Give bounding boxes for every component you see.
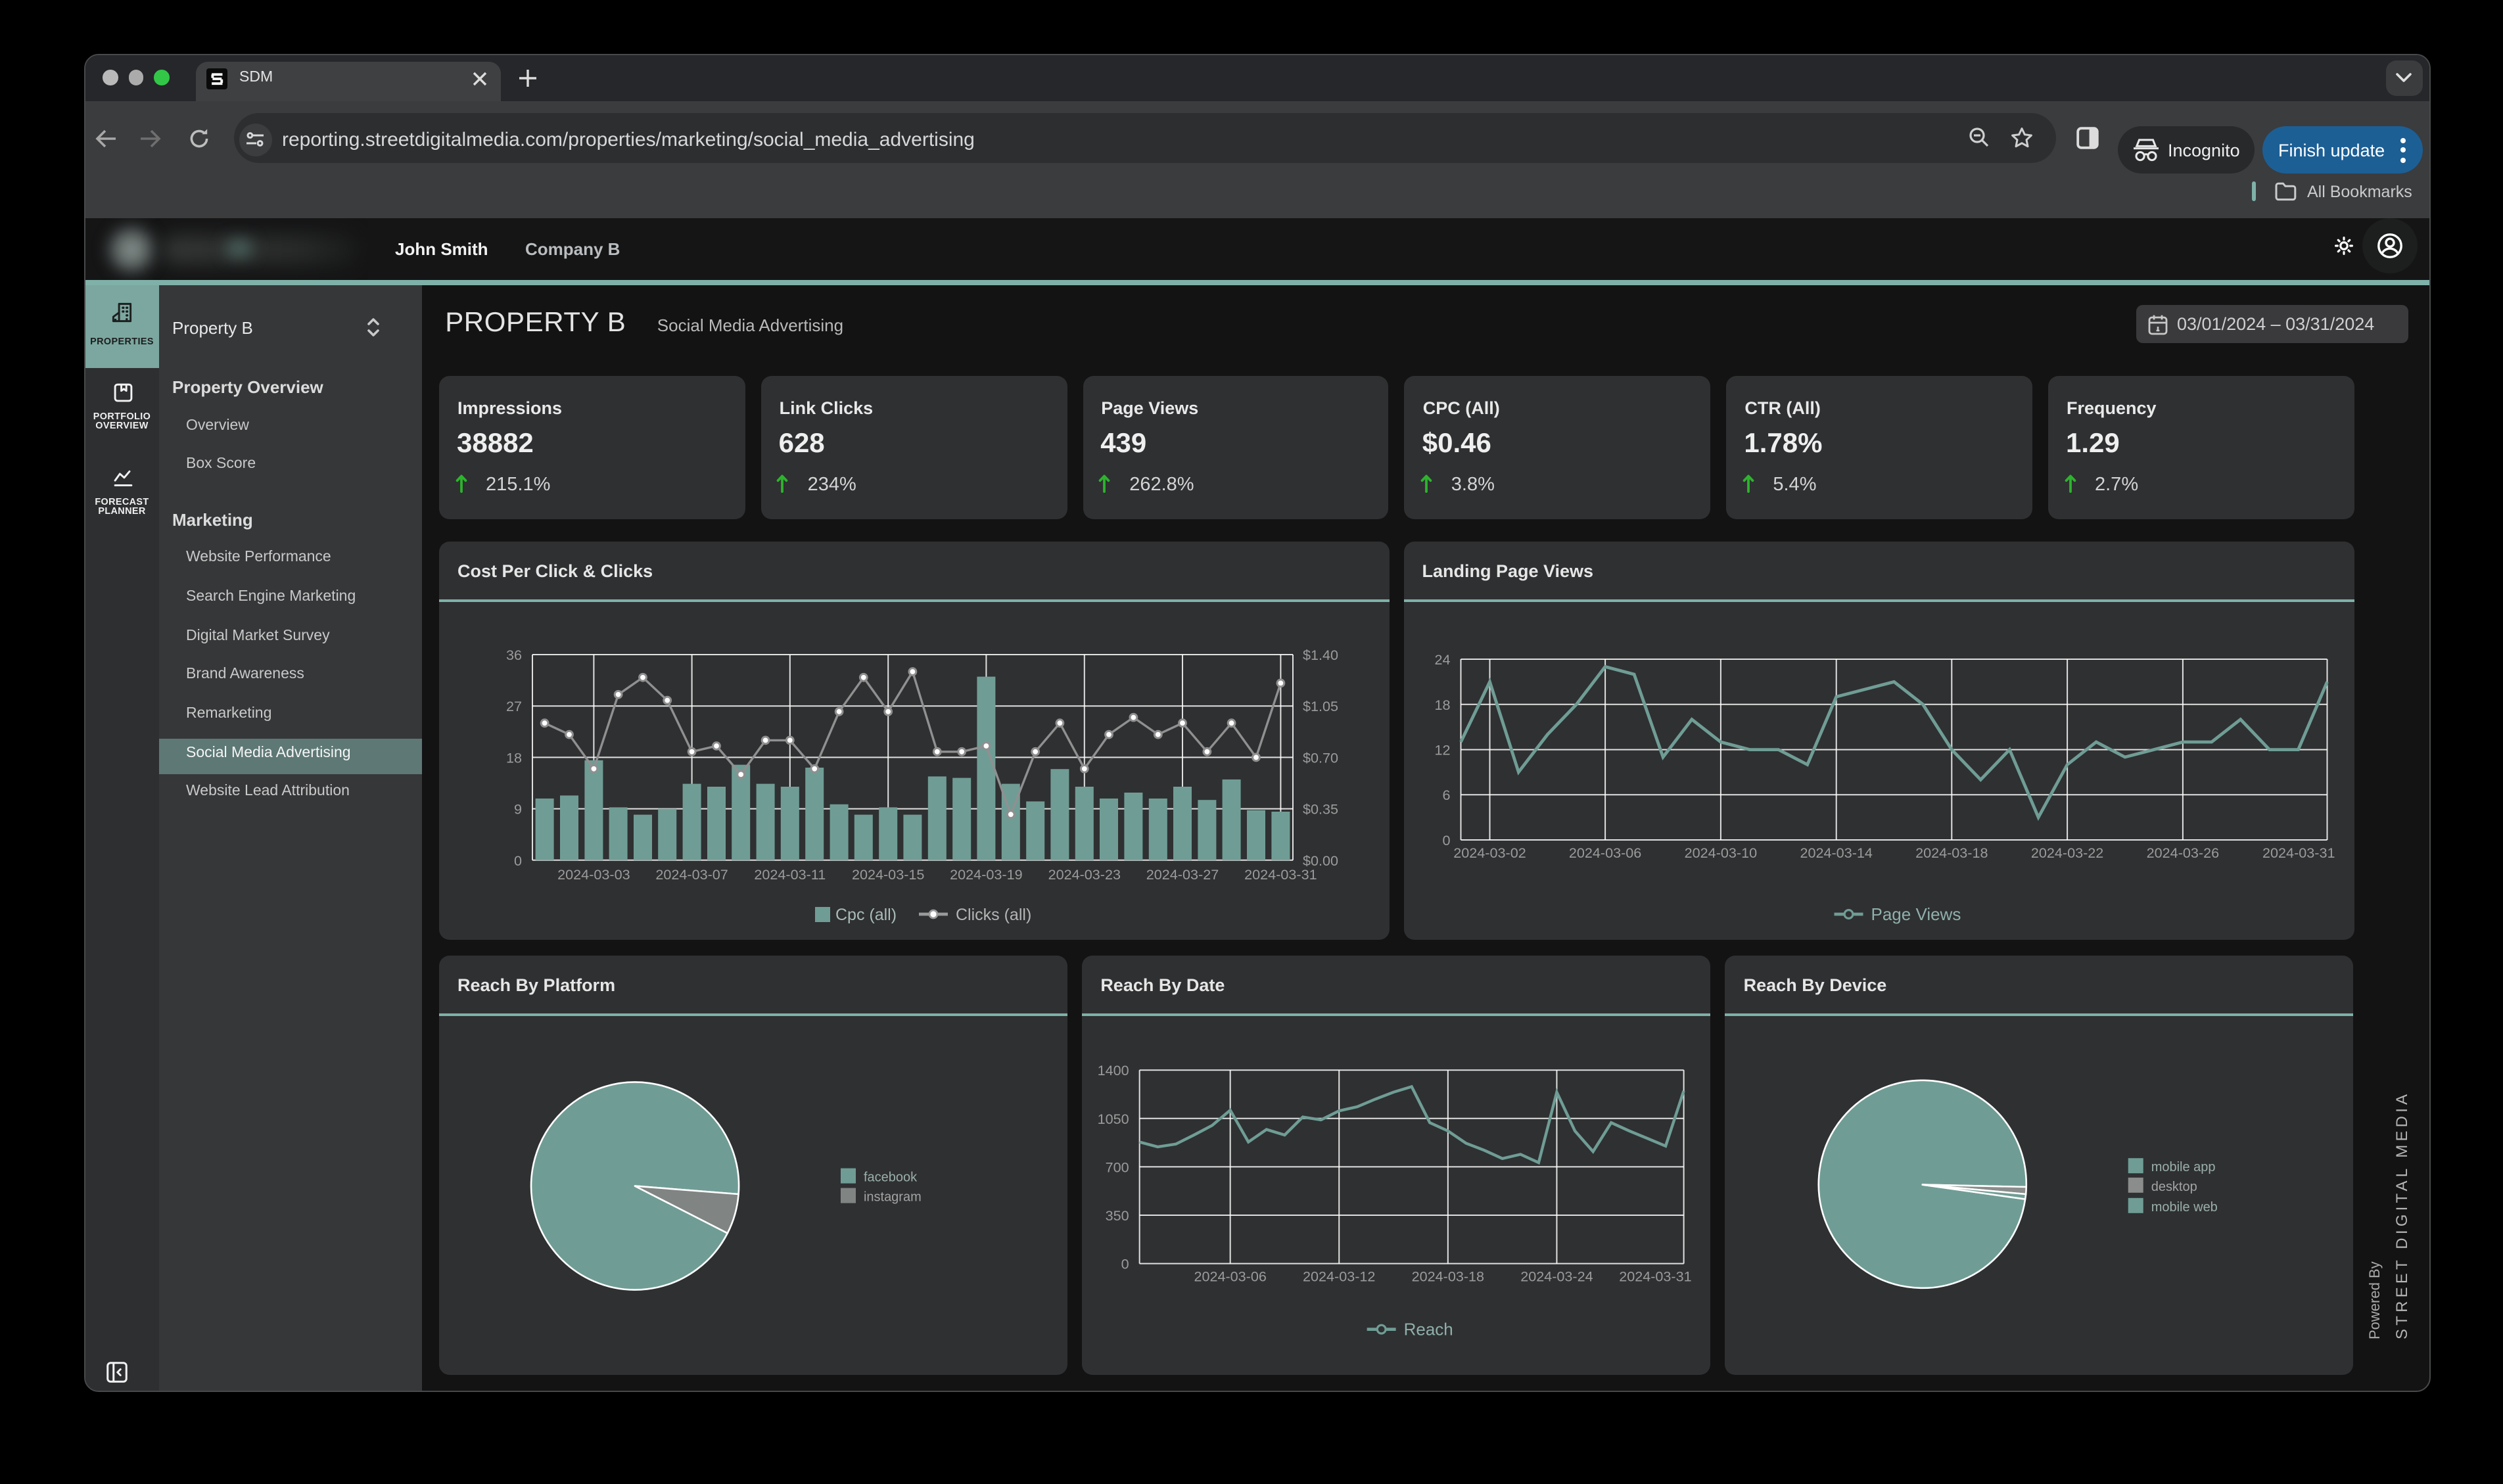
svg-text:1050: 1050 [1098,1110,1129,1126]
svg-text:2024-03-31: 2024-03-31 [2262,844,2335,860]
svg-text:$0.35: $0.35 [1303,800,1338,817]
svg-text:2024-03-31: 2024-03-31 [1244,866,1317,882]
svg-text:desktop: desktop [2151,1179,2197,1194]
svg-text:Cpc (all): Cpc (all) [835,905,897,923]
svg-text:2024-03-11: 2024-03-11 [754,866,826,882]
svg-text:12: 12 [1434,741,1450,758]
svg-text:2024-03-06: 2024-03-06 [1568,844,1641,860]
svg-text:24: 24 [1434,651,1450,667]
svg-text:2024-03-06: 2024-03-06 [1194,1268,1267,1284]
svg-text:2024-03-10: 2024-03-10 [1684,844,1756,860]
svg-text:0: 0 [1121,1255,1129,1272]
svg-text:2024-03-12: 2024-03-12 [1303,1268,1375,1284]
svg-text:2024-03-19: 2024-03-19 [950,866,1022,882]
svg-text:0: 0 [1442,831,1450,848]
svg-text:2024-03-23: 2024-03-23 [1048,866,1121,882]
svg-text:facebook: facebook [864,1170,918,1184]
svg-text:Reach: Reach [1404,1319,1453,1339]
svg-text:9: 9 [514,800,522,817]
svg-text:350: 350 [1106,1207,1129,1223]
svg-text:700: 700 [1106,1159,1129,1175]
svg-text:2024-03-24: 2024-03-24 [1521,1268,1593,1284]
svg-text:Page Views: Page Views [1871,904,1961,923]
svg-text:$1.05: $1.05 [1303,697,1338,714]
svg-text:mobile web: mobile web [2151,1199,2218,1214]
svg-text:0: 0 [514,852,522,868]
svg-text:27: 27 [506,697,522,714]
svg-text:2024-03-31: 2024-03-31 [1620,1268,1692,1284]
svg-text:6: 6 [1442,786,1450,802]
svg-text:2024-03-07: 2024-03-07 [655,866,728,882]
svg-text:mobile app: mobile app [2151,1160,2216,1174]
svg-text:2024-03-22: 2024-03-22 [2030,844,2103,860]
svg-text:18: 18 [506,749,522,765]
svg-text:1400: 1400 [1098,1062,1129,1078]
svg-text:$1.40: $1.40 [1303,646,1338,662]
svg-text:$0.70: $0.70 [1303,749,1338,765]
svg-text:2024-03-02: 2024-03-02 [1453,844,1526,860]
svg-text:18: 18 [1434,696,1450,712]
svg-text:Clicks (all): Clicks (all) [956,905,1031,923]
svg-text:2024-03-18: 2024-03-18 [1412,1268,1484,1284]
svg-text:2024-03-26: 2024-03-26 [2146,844,2218,860]
svg-text:2024-03-27: 2024-03-27 [1146,866,1219,882]
svg-text:instagram: instagram [864,1190,922,1204]
svg-text:2024-03-14: 2024-03-14 [1800,844,1872,860]
svg-text:2024-03-03: 2024-03-03 [557,866,630,882]
svg-text:2024-03-18: 2024-03-18 [1915,844,1988,860]
svg-text:36: 36 [506,646,522,662]
svg-text:2024-03-15: 2024-03-15 [852,866,924,882]
